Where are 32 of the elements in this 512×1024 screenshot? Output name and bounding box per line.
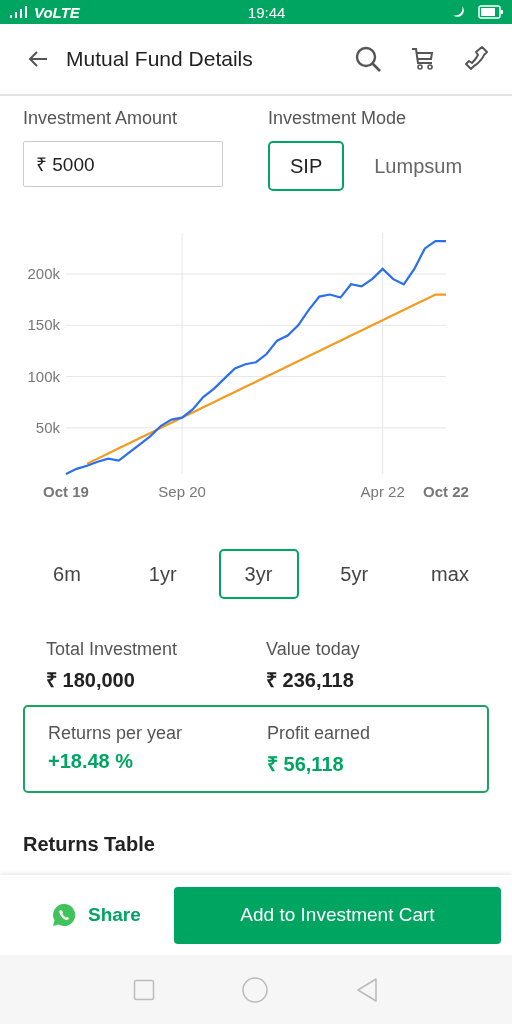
stat-value: ₹ 180,000	[46, 668, 136, 693]
chat-bubble-icon	[52, 903, 76, 927]
period-tab[interactable]: 3yr	[218, 549, 299, 599]
search-icon[interactable]	[354, 45, 382, 73]
page-title: Mutual Fund Details	[66, 47, 254, 71]
cart-icon[interactable]	[410, 46, 436, 72]
mode-option[interactable]: SIP	[268, 141, 345, 191]
field-label: Investment Mode	[268, 108, 408, 129]
x-tick-label: Oct 22	[423, 483, 469, 500]
stat-label: Profit earned	[267, 723, 372, 744]
moon-icon	[452, 5, 466, 19]
stat-value: ₹ 236,118	[266, 668, 355, 693]
y-tick-label: 200k	[27, 265, 60, 282]
x-tick-label: Sep 20	[158, 483, 206, 500]
stat-value: ₹ 56,118	[267, 752, 345, 777]
battery-icon	[478, 5, 504, 19]
stat-label: Returns per year	[48, 723, 184, 744]
amount-input[interactable]: ₹ 5000	[23, 141, 223, 187]
phone-icon[interactable]	[464, 45, 490, 73]
network-label: VoLTE	[34, 3, 80, 21]
stat-value: +18.48 %	[48, 750, 135, 773]
x-tick-label: Oct 19	[43, 483, 89, 500]
x-tick-label: Apr 22	[360, 483, 405, 500]
y-tick-label: 50k	[35, 418, 60, 436]
stat-label: Total Investment	[46, 639, 179, 660]
y-tick-label: 150k	[27, 316, 60, 334]
stat-label: Value today	[266, 639, 361, 660]
signal-icon	[8, 5, 30, 19]
clock: 19:44	[247, 3, 287, 21]
section-title: Returns Table	[22, 832, 156, 856]
field-label: Investment Amount	[23, 108, 179, 129]
y-tick-label: 100k	[27, 367, 60, 385]
